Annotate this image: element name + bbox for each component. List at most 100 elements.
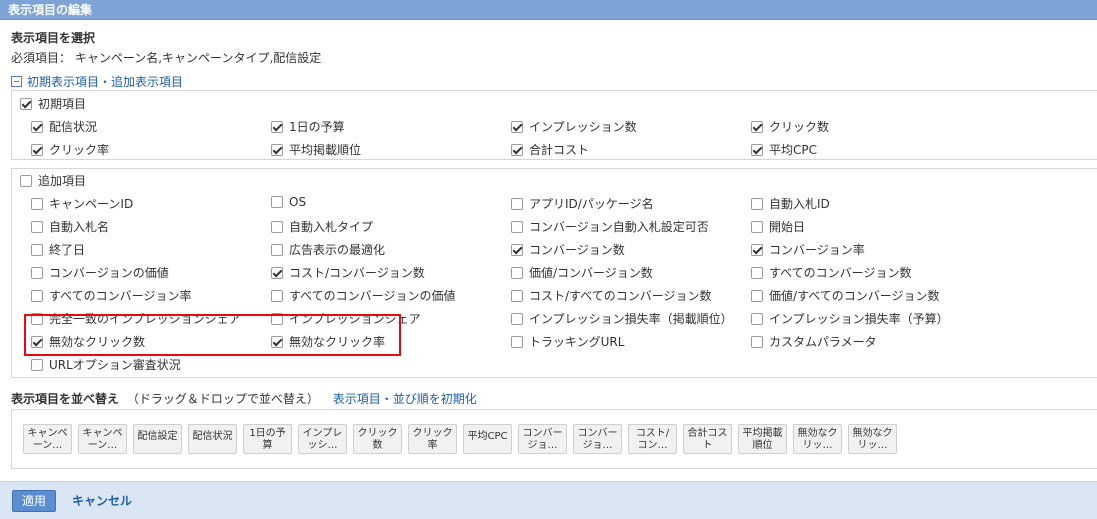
toggle-groups-link[interactable]: 初期表示項目・追加表示項目 <box>11 73 183 90</box>
initial-item-checkbox[interactable]: 合計コスト <box>511 141 589 158</box>
sort-chip[interactable]: 平均CPC <box>463 424 512 454</box>
checkbox-icon[interactable] <box>751 220 763 233</box>
checkbox-icon[interactable] <box>511 312 523 325</box>
checkbox-icon[interactable] <box>511 335 523 348</box>
additional-item-checkbox[interactable]: 価値/すべてのコンバージョン数 <box>751 287 939 304</box>
checkbox-icon[interactable] <box>271 312 283 325</box>
checkbox-icon[interactable] <box>31 335 43 348</box>
initial-item-checkbox[interactable]: 配信状況 <box>31 118 97 135</box>
additional-group-toggle[interactable]: 追加項目 <box>20 172 86 189</box>
additional-item-checkbox[interactable]: コスト/すべてのコンバージョン数 <box>511 287 711 304</box>
checkbox-icon[interactable] <box>20 97 32 110</box>
additional-item-checkbox[interactable]: すべてのコンバージョン率 <box>31 287 191 304</box>
additional-item-checkbox[interactable]: 価値/コンバージョン数 <box>511 264 653 281</box>
sort-chip[interactable]: 無効なク リッ… <box>848 424 897 454</box>
checkbox-icon[interactable] <box>751 289 763 302</box>
checkbox-icon[interactable] <box>271 335 283 348</box>
checkbox-icon[interactable] <box>511 197 523 210</box>
initial-item-checkbox[interactable]: 1日の予算 <box>271 118 345 135</box>
additional-item-checkbox[interactable]: すべてのコンバージョン数 <box>751 264 911 281</box>
additional-item-checkbox[interactable]: キャンペーンID <box>31 195 133 212</box>
checkbox-icon[interactable] <box>271 266 283 279</box>
checkbox-icon[interactable] <box>751 266 763 279</box>
apply-button[interactable]: 適用 <box>12 490 56 512</box>
sort-chip[interactable]: クリック 数 <box>353 424 402 454</box>
additional-item-checkbox[interactable]: OS <box>271 195 306 209</box>
additional-item-checkbox[interactable]: コンバージョン数 <box>511 241 625 258</box>
checkbox-icon[interactable] <box>31 266 43 279</box>
checkbox-icon[interactable] <box>31 358 43 371</box>
checkbox-icon[interactable] <box>31 220 43 233</box>
checkbox-icon[interactable] <box>511 289 523 302</box>
additional-item-checkbox[interactable]: 広告表示の最適化 <box>271 241 385 258</box>
checkbox-icon[interactable] <box>31 289 43 302</box>
initial-group-toggle[interactable]: 初期項目 <box>20 95 86 112</box>
additional-item-checkbox[interactable]: 自動入札タイプ <box>271 218 373 235</box>
checkbox-icon[interactable] <box>31 312 43 325</box>
sort-chip[interactable]: 合計コス ト <box>683 424 732 454</box>
additional-item-checkbox[interactable]: 自動入札ID <box>751 195 830 212</box>
checkbox-icon[interactable] <box>511 120 523 133</box>
additional-item-checkbox[interactable]: 完全一致のインプレッションシェア <box>31 310 241 327</box>
sort-chip[interactable]: コンバー ジョ… <box>573 424 622 454</box>
checkbox-icon[interactable] <box>31 120 43 133</box>
checkbox-icon[interactable] <box>751 120 763 133</box>
additional-item-checkbox[interactable]: コンバージョンの価値 <box>31 264 169 281</box>
checkbox-icon[interactable] <box>20 174 32 187</box>
sort-chip[interactable]: キャンペ ーン… <box>78 424 127 454</box>
additional-item-checkbox[interactable]: 終了日 <box>31 241 85 258</box>
additional-item-checkbox[interactable]: 自動入札名 <box>31 218 109 235</box>
checkbox-icon[interactable] <box>511 220 523 233</box>
additional-item-checkbox[interactable]: インプレッション損失率（掲載順位） <box>511 310 733 327</box>
initial-item-checkbox[interactable]: クリック数 <box>751 118 829 135</box>
additional-item-checkbox[interactable]: URLオプション審査状況 <box>31 356 181 373</box>
additional-item-checkbox[interactable]: コンバージョン率 <box>751 241 865 258</box>
initial-item-checkbox[interactable]: 平均CPC <box>751 141 817 158</box>
sort-chip[interactable]: インプレ ッシ… <box>298 424 347 454</box>
sort-chip[interactable]: 1日の予 算 <box>243 424 292 454</box>
initial-item-checkbox[interactable]: インプレッション数 <box>511 118 637 135</box>
cancel-link[interactable]: キャンセル <box>72 492 132 509</box>
additional-item-checkbox[interactable]: カスタムパラメータ <box>751 333 877 350</box>
sort-chip[interactable]: 平均掲載 順位 <box>738 424 787 454</box>
checkbox-icon[interactable] <box>271 196 283 208</box>
sort-chip[interactable]: 無効なク リッ… <box>793 424 842 454</box>
additional-item-checkbox[interactable]: 無効なクリック数 <box>31 333 145 350</box>
checkbox-label: 無効なクリック率 <box>289 335 386 349</box>
checkbox-icon[interactable] <box>751 243 763 256</box>
checkbox-icon[interactable] <box>511 243 523 256</box>
checkbox-icon[interactable] <box>751 197 763 210</box>
checkbox-icon[interactable] <box>511 266 523 279</box>
additional-item-checkbox[interactable]: コスト/コンバージョン数 <box>271 264 425 281</box>
sort-chip[interactable]: 配信状況 <box>188 424 237 454</box>
checkbox-icon[interactable] <box>31 243 43 256</box>
additional-item-checkbox[interactable]: 無効なクリック率 <box>271 333 385 350</box>
additional-item-checkbox[interactable]: アプリID/パッケージ名 <box>511 195 654 212</box>
additional-item-checkbox[interactable]: インプレッション損失率（予算） <box>751 310 949 327</box>
additional-item-checkbox[interactable]: 開始日 <box>751 218 805 235</box>
checkbox-icon[interactable] <box>511 143 523 156</box>
initial-item-checkbox[interactable]: 平均掲載順位 <box>271 141 361 158</box>
additional-item-checkbox[interactable]: トラッキングURL <box>511 333 624 350</box>
checkbox-icon[interactable] <box>31 197 43 210</box>
checkbox-icon[interactable] <box>271 243 283 256</box>
checkbox-label: コンバージョン自動入札設定可否 <box>529 220 709 234</box>
additional-item-checkbox[interactable]: すべてのコンバージョンの価値 <box>271 287 455 304</box>
additional-item-checkbox[interactable]: コンバージョン自動入札設定可否 <box>511 218 709 235</box>
sort-chip[interactable]: クリック 率 <box>408 424 457 454</box>
sort-chip[interactable]: コスト/ コン… <box>628 424 677 454</box>
additional-item-checkbox[interactable]: インプレッションシェア <box>271 310 421 327</box>
checkbox-icon[interactable] <box>271 220 283 233</box>
checkbox-icon[interactable] <box>751 312 763 325</box>
sort-chip[interactable]: キャンペ ーン… <box>23 424 72 454</box>
initial-item-checkbox[interactable]: クリック率 <box>31 141 109 158</box>
checkbox-icon[interactable] <box>751 335 763 348</box>
sort-chip[interactable]: コンバー ジョ… <box>518 424 567 454</box>
checkbox-icon[interactable] <box>271 143 283 156</box>
checkbox-icon[interactable] <box>271 120 283 133</box>
checkbox-icon[interactable] <box>31 143 43 156</box>
checkbox-icon[interactable] <box>751 143 763 156</box>
sort-chip[interactable]: 配信設定 <box>133 424 182 454</box>
reset-order-link[interactable]: 表示項目・並び順を初期化 <box>333 392 477 406</box>
checkbox-icon[interactable] <box>271 289 283 302</box>
